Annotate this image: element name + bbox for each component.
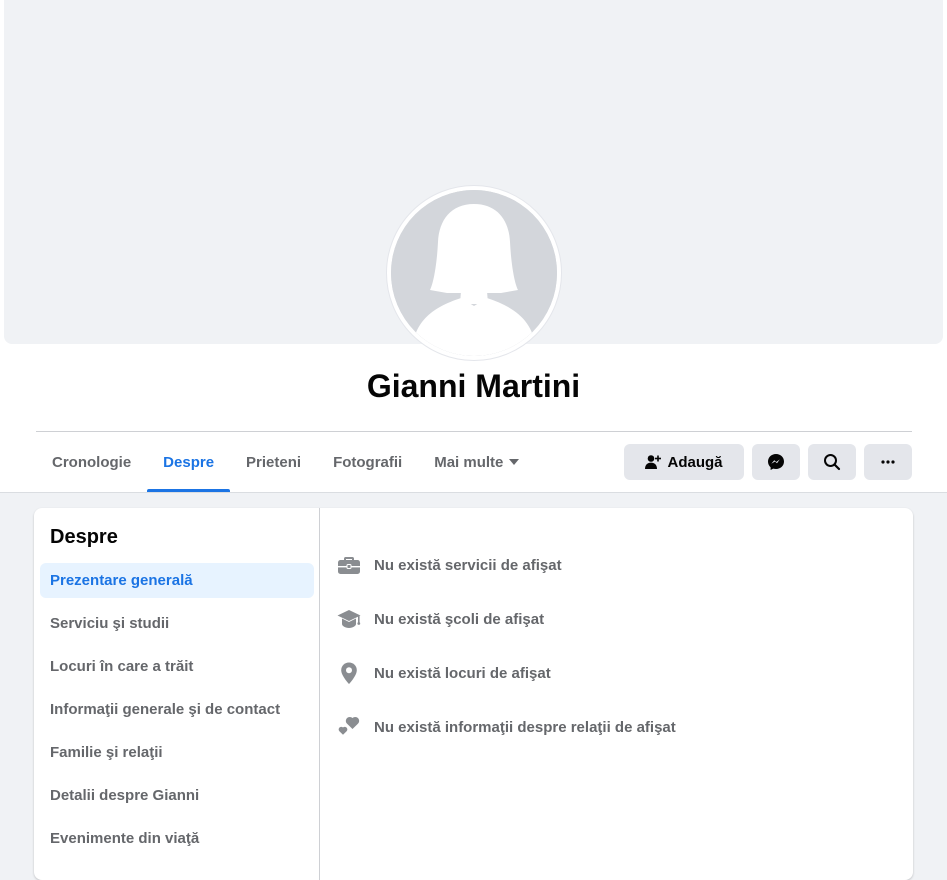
overview-row-relationship: Nu există informaţii despre relaţii de a…	[336, 700, 676, 754]
tab-label: Cronologie	[52, 453, 132, 471]
about-nav-item-details[interactable]: Detalii despre Gianni	[40, 778, 314, 813]
about-card: Despre Prezentare generală Serviciu şi s…	[34, 508, 913, 880]
overview-text: Nu există servicii de afişat	[374, 556, 562, 574]
overview-row-work: Nu există servicii de afişat	[336, 538, 676, 592]
location-pin-icon	[336, 660, 362, 686]
profile-tabs: Cronologie Despre Prieteni Fotografii Ma…	[36, 432, 535, 492]
overview-row-education: Nu există şcoli de afişat	[336, 592, 676, 646]
about-nav-item-life-events[interactable]: Evenimente din viaţă	[40, 821, 314, 856]
tab-label: Fotografii	[333, 453, 403, 471]
more-options-button[interactable]	[864, 444, 912, 480]
overview-text: Nu există şcoli de afişat	[374, 610, 545, 628]
overview-text: Nu există informaţii despre relaţii de a…	[374, 718, 676, 736]
tab-despre[interactable]: Despre	[147, 432, 230, 492]
tab-prieteni[interactable]: Prieteni	[230, 432, 317, 492]
overview-list: Nu există servicii de afişat Nu există ş…	[336, 538, 676, 754]
profile-name: Gianni Martini	[366, 368, 581, 404]
graduation-cap-icon	[336, 606, 362, 632]
add-friend-label: Adaugă	[667, 453, 723, 471]
briefcase-icon	[336, 552, 362, 578]
overview-text: Nu există locuri de afişat	[374, 664, 551, 682]
search-icon	[824, 454, 841, 471]
about-title: Despre	[50, 526, 118, 548]
profile-header: Gianni Martini Cronologie Despre Prieten…	[0, 0, 947, 493]
tab-cronologie[interactable]: Cronologie	[36, 432, 147, 492]
about-nav-item-contact-info[interactable]: Informaţii generale şi de contact	[40, 692, 314, 727]
add-friend-button[interactable]: Adaugă	[624, 444, 744, 480]
tab-label: Mai multe	[434, 453, 504, 471]
about-nav: Prezentare generală Serviciu şi studii L…	[40, 563, 314, 864]
tab-label: Prieteni	[246, 453, 302, 471]
add-friend-icon	[645, 455, 662, 469]
overview-row-places: Nu există locuri de afişat	[336, 646, 676, 700]
about-nav-item-work-education[interactable]: Serviciu şi studii	[40, 606, 314, 641]
messenger-icon	[768, 454, 784, 470]
profile-picture	[391, 190, 557, 356]
more-dots-icon	[881, 460, 895, 464]
tab-mai-multe[interactable]: Mai multe	[418, 432, 535, 492]
search-button[interactable]	[808, 444, 856, 480]
about-nav-item-places-lived[interactable]: Locuri în care a trăit	[40, 649, 314, 684]
messenger-button[interactable]	[752, 444, 800, 480]
profile-actions: Adaugă	[624, 444, 912, 480]
default-female-avatar-icon	[391, 190, 557, 356]
hearts-icon	[336, 714, 362, 740]
about-nav-item-overview[interactable]: Prezentare generală	[40, 563, 314, 598]
tab-label: Despre	[163, 453, 215, 471]
tab-fotografii[interactable]: Fotografii	[317, 432, 418, 492]
about-sidebar: Despre Prezentare generală Serviciu şi s…	[34, 508, 320, 880]
profile-picture-frame[interactable]	[386, 185, 562, 361]
caret-down-icon	[509, 459, 520, 465]
about-nav-item-family-relationships[interactable]: Familie şi relaţii	[40, 735, 314, 770]
about-content: Nu există servicii de afişat Nu există ş…	[320, 508, 913, 880]
